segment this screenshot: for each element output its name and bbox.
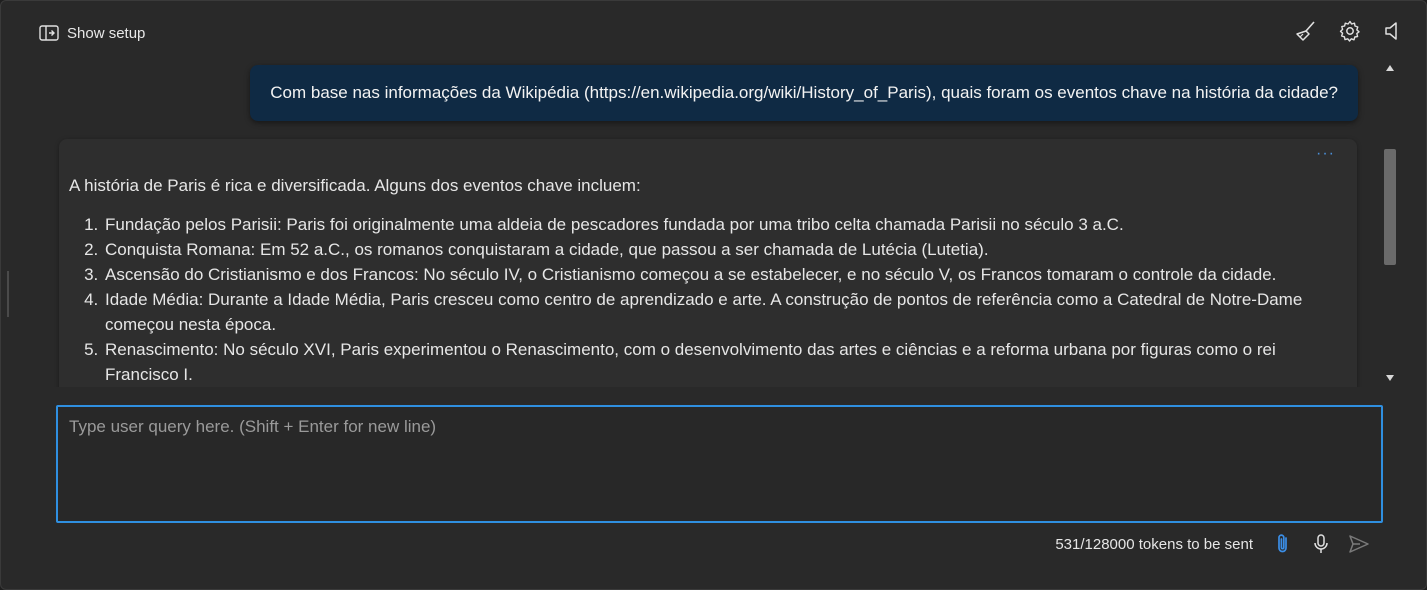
- scroll-down-arrow-icon[interactable]: [1386, 375, 1394, 381]
- resize-handle[interactable]: [7, 271, 9, 317]
- speaker-icon[interactable]: [1382, 19, 1406, 43]
- input-footer: 531/128000 tokens to be sent: [1055, 531, 1371, 557]
- attach-paperclip-icon[interactable]: [1271, 532, 1295, 556]
- assistant-message: ··· A história de Paris é rica e diversi…: [59, 139, 1357, 387]
- microphone-icon[interactable]: [1309, 532, 1333, 556]
- settings-gear-icon[interactable]: [1338, 19, 1362, 43]
- assistant-message-text: A história de Paris é rica e diversifica…: [69, 173, 1339, 387]
- message-more-options-icon[interactable]: ···: [1316, 145, 1335, 163]
- list-item: Conquista Romana: Em 52 a.C., os romanos…: [103, 237, 1339, 262]
- header-actions: [1294, 19, 1406, 43]
- user-query-input[interactable]: [56, 405, 1383, 523]
- list-item: Ascensão do Cristianismo e dos Francos: …: [103, 262, 1339, 287]
- send-icon[interactable]: [1347, 532, 1371, 556]
- show-setup-label: Show setup: [67, 24, 146, 42]
- user-message: Com base nas informações da Wikipédia (h…: [250, 65, 1358, 121]
- list-item: Renascimento: No século XVI, Paris exper…: [103, 337, 1339, 387]
- show-setup-button[interactable]: Show setup: [39, 21, 145, 45]
- clear-chat-broom-icon[interactable]: [1294, 19, 1318, 43]
- chat-scrollbar[interactable]: [1382, 59, 1398, 387]
- panel-toggle-icon: [39, 25, 59, 41]
- scroll-thumb[interactable]: [1384, 149, 1396, 265]
- chat-window: Show setup Com base nas informações da W…: [0, 0, 1427, 590]
- token-count: 531/128000 tokens to be sent: [1055, 535, 1253, 553]
- assistant-intro: A história de Paris é rica e diversifica…: [69, 176, 641, 195]
- chat-history: Com base nas informações da Wikipédia (h…: [51, 59, 1381, 387]
- list-item: Fundação pelos Parisii: Paris foi origin…: [103, 212, 1339, 237]
- list-item: Idade Média: Durante a Idade Média, Pari…: [103, 287, 1339, 337]
- scroll-up-arrow-icon[interactable]: [1386, 65, 1394, 71]
- assistant-event-list: Fundação pelos Parisii: Paris foi origin…: [69, 212, 1339, 387]
